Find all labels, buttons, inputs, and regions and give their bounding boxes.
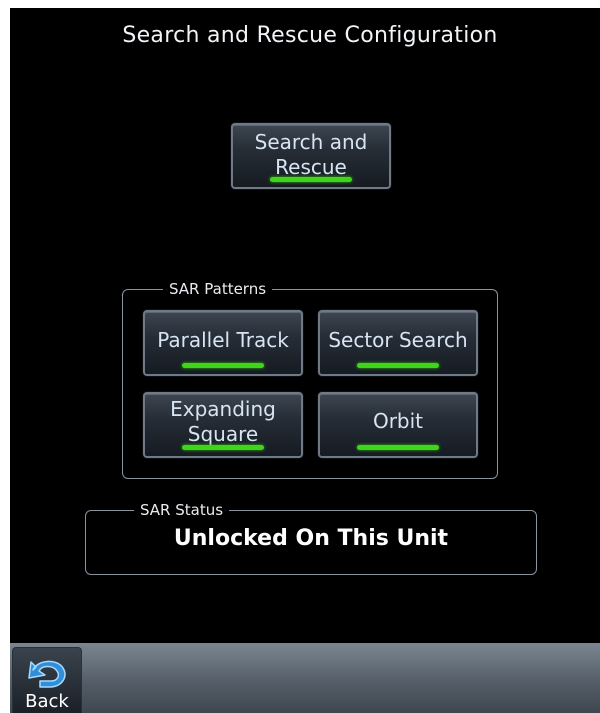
back-button-label: Back bbox=[25, 691, 69, 712]
sar-status-group-label: SAR Status bbox=[134, 501, 230, 519]
bottom-key-bar: Back bbox=[10, 643, 600, 713]
orbit-button[interactable]: Orbit bbox=[318, 392, 478, 458]
orbit-label: Orbit bbox=[372, 409, 424, 433]
sar-patterns-group-label: SAR Patterns bbox=[163, 280, 273, 298]
sector-search-button[interactable]: Sector Search bbox=[318, 310, 478, 376]
back-button[interactable]: Back bbox=[12, 647, 82, 713]
sar-status-value: Unlocked On This Unit bbox=[173, 526, 449, 551]
expanding-square-label: Expanding Square bbox=[170, 397, 276, 446]
search-and-rescue-button[interactable]: Search and Rescue bbox=[231, 123, 391, 189]
expanding-square-indicator bbox=[182, 445, 264, 450]
parallel-track-label: Parallel Track bbox=[157, 328, 289, 352]
parallel-track-button[interactable]: Parallel Track bbox=[143, 310, 303, 376]
orbit-indicator bbox=[357, 445, 439, 450]
sector-search-indicator bbox=[357, 363, 439, 368]
search-and-rescue-indicator bbox=[270, 177, 352, 182]
expanding-square-button[interactable]: Expanding Square bbox=[143, 392, 303, 458]
display-screen: Search and Rescue Configuration Search a… bbox=[10, 8, 600, 713]
back-arrow-icon bbox=[28, 660, 66, 688]
search-and-rescue-label: Search and Rescue bbox=[254, 130, 368, 179]
parallel-track-indicator bbox=[182, 363, 264, 368]
page-title: Search and Rescue Configuration bbox=[122, 23, 498, 48]
sector-search-label: Sector Search bbox=[328, 328, 468, 352]
sar-status-group: SAR Status Unlocked On This Unit bbox=[85, 501, 537, 575]
